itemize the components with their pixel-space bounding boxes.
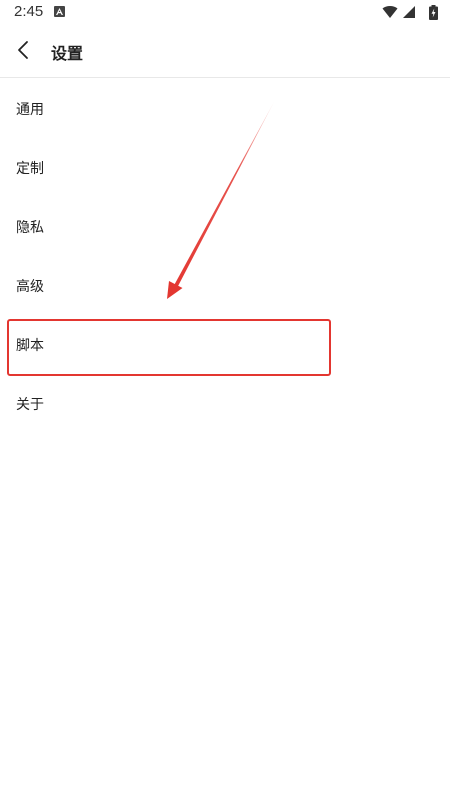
settings-item-advanced[interactable]: 高级 — [0, 255, 450, 314]
settings-item-label: 高级 — [16, 279, 44, 295]
settings-item-label: 隐私 — [16, 220, 44, 236]
settings-item-label: 脚本 — [16, 338, 44, 354]
page-title: 设置 — [51, 44, 84, 63]
settings-item-label: 关于 — [16, 397, 44, 413]
wifi-icon — [382, 6, 398, 19]
back-button[interactable] — [10, 35, 40, 65]
battery-charging-icon — [429, 5, 438, 20]
chevron-left-icon — [18, 41, 28, 59]
settings-item-customize[interactable]: 定制 — [0, 137, 450, 196]
a-icon — [54, 6, 65, 17]
status-time: 2:45 — [14, 3, 44, 20]
settings-item-privacy[interactable]: 隐私 — [0, 196, 450, 255]
settings-item-about[interactable]: 关于 — [0, 373, 450, 432]
cellular-signal-icon — [403, 6, 415, 18]
status-bar: 2:45 — [0, 0, 450, 24]
settings-item-label: 定制 — [16, 161, 44, 177]
settings-item-label: 通用 — [16, 102, 44, 118]
app-bar: 设置 — [0, 24, 450, 78]
settings-item-general[interactable]: 通用 — [0, 78, 450, 137]
settings-item-script[interactable]: 脚本 — [0, 314, 450, 373]
